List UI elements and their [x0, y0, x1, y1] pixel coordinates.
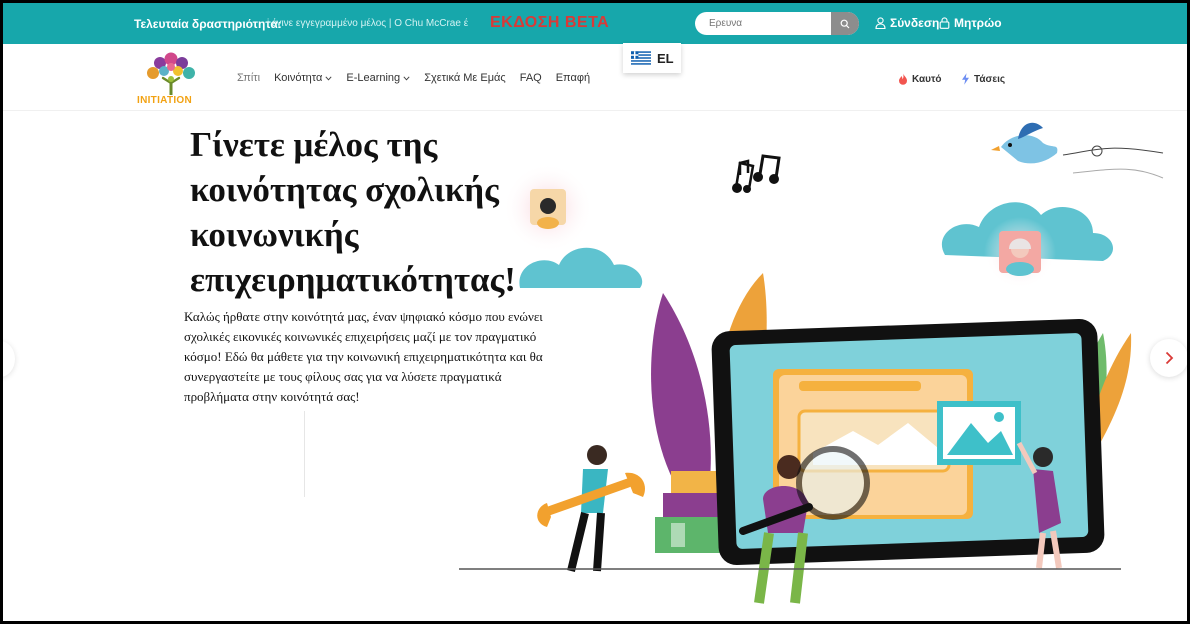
- logo-text: INITIATION: [137, 95, 193, 106]
- language-switcher[interactable]: EL: [623, 43, 681, 73]
- fire-icon: [899, 73, 907, 85]
- nav-item-contact[interactable]: Επαφή: [556, 72, 590, 84]
- nav-item-about[interactable]: Σχετικά Με Εμάς: [424, 72, 506, 84]
- bird-illustration: [991, 122, 1164, 179]
- nav-item-label: Επαφή: [555, 72, 591, 84]
- hot-label: Καυτό: [912, 73, 942, 85]
- hero-illustration: [459, 122, 1164, 604]
- login-link[interactable]: Σύνδεση: [875, 16, 939, 30]
- chevron-right-icon: [1165, 351, 1173, 365]
- register-link[interactable]: Μητρώο: [939, 16, 1002, 30]
- nav-item-label: FAQ: [519, 72, 542, 84]
- activity-label: Τελευταία δραστηριότητα:: [134, 17, 282, 31]
- login-label: Σύνδεση: [890, 16, 940, 30]
- avatar-bubble-right: [999, 231, 1041, 276]
- search-box: [695, 12, 859, 35]
- nav-menu: Σπίτι Κοινότητα E-Learning Σχετικά Με Εμ…: [237, 72, 590, 84]
- chevron-down-icon: [403, 75, 410, 81]
- hero-title-line: κοινότητας σχολικής: [190, 170, 499, 209]
- language-code: EL: [657, 50, 674, 66]
- page-frame: Τελευταία δραστηριότητα: i έγινε εγγεγρα…: [0, 0, 1190, 624]
- beta-badge: ΕΚΔΟΣΗ BETA: [490, 14, 610, 31]
- register-label: Μητρώο: [954, 16, 1002, 30]
- chevron-down-icon: [325, 75, 332, 81]
- hero-description: Καλώς ήρθατε στην κοινότητά μας, έναν ψη…: [184, 309, 543, 404]
- hero-title-line: επιχειρηματικότητας!: [190, 260, 516, 299]
- nav-item-elearning[interactable]: E-Learning: [346, 72, 410, 84]
- trends-link[interactable]: Τάσεις: [961, 73, 1005, 85]
- top-bar: Τελευταία δραστηριότητα: i έγινε εγγεγρα…: [3, 3, 1187, 44]
- main-nav: INITIATION Σπίτι Κοινότητα E-Learning Σχ…: [3, 44, 1187, 111]
- search-icon: [840, 19, 850, 28]
- nav-item-community[interactable]: Κοινότητα: [274, 72, 332, 84]
- music-notes-icon: [732, 154, 781, 193]
- nav-item-label: Κοινότητα: [274, 72, 323, 84]
- nav-item-faq[interactable]: FAQ: [520, 72, 542, 84]
- lock-icon: [939, 17, 950, 29]
- nav-item-label: Σχετικά Με Εμάς: [424, 72, 506, 84]
- lightning-icon: [962, 73, 969, 85]
- nav-item-label: Σπίτι: [237, 72, 261, 84]
- search-input[interactable]: [695, 12, 831, 35]
- trends-label: Τάσεις: [974, 73, 1006, 85]
- hero-title-line: κοινωνικής: [190, 215, 359, 254]
- search-button[interactable]: [831, 12, 859, 35]
- nav-item-home[interactable]: Σπίτι: [237, 72, 260, 84]
- nav-item-label: E-Learning: [346, 72, 401, 84]
- greek-flag-icon: [631, 51, 651, 65]
- hero-title-line: Γίνετε μέλος της: [190, 125, 438, 164]
- activity-ticker[interactable]: i έγινε εγγεγραμμένο μέλος | O Chu McCra…: [267, 18, 485, 29]
- hot-link[interactable]: Καυτό: [898, 73, 942, 85]
- slider-next-button[interactable]: [1150, 339, 1187, 377]
- user-icon: [875, 17, 886, 29]
- hero-title: Γίνετε μέλος της κοινότητας σχολικής κοι…: [190, 122, 590, 302]
- person-with-wrench: [537, 445, 645, 572]
